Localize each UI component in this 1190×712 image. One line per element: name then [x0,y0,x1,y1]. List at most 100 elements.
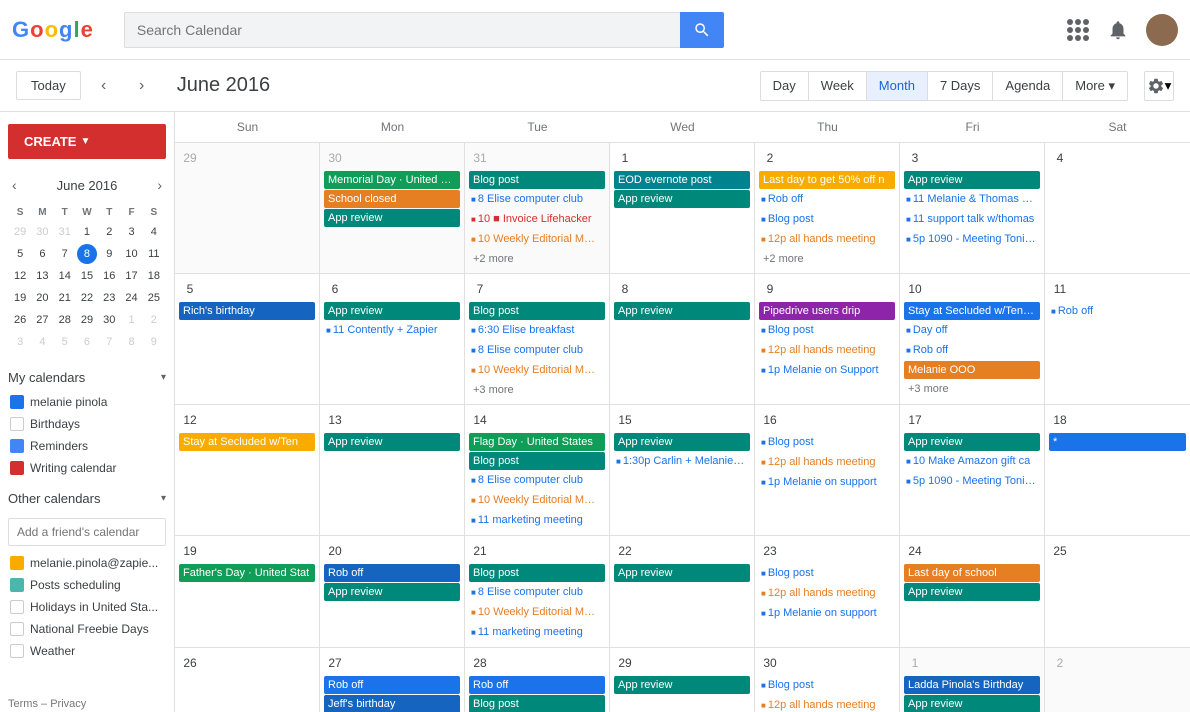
cal-item-posts[interactable]: Posts scheduling [8,574,166,596]
mini-cal-day[interactable]: 13 [32,266,52,286]
calendar-event[interactable]: 11 Melanie & Thomas Go [904,190,1040,209]
view-7days-button[interactable]: 7 Days [928,71,993,101]
calendar-event[interactable]: Blog post [759,564,895,583]
calendar-event[interactable]: Jeff's birthday [324,695,460,712]
mini-cal-day[interactable]: 12 [10,266,30,286]
mini-cal-day[interactable]: 7 [55,244,75,264]
mini-cal-day[interactable]: 26 [10,310,30,330]
calendar-event[interactable]: App review [614,433,750,451]
calendar-day[interactable]: 29 [175,143,320,273]
calendar-event[interactable]: Rob off [324,564,460,582]
calendar-event[interactable]: Blog post [759,676,895,695]
calendar-day[interactable]: 15App review1:30p Carlin + Melanie ch [610,405,755,535]
today-button[interactable]: Today [16,71,81,100]
mini-cal-day[interactable]: 31 [55,222,75,242]
calendar-day[interactable]: 29App review [610,648,755,712]
mini-cal-day[interactable]: 5 [10,244,30,264]
mini-cal-day[interactable]: 11 [144,244,164,264]
mini-cal-day[interactable]: 10 [121,244,141,264]
calendar-event[interactable]: 11 Contently + Zapier [324,321,460,340]
mini-cal-day[interactable]: 29 [77,310,97,330]
cal-item-holidays[interactable]: Holidays in United Sta... [8,596,166,618]
calendar-day[interactable]: 7Blog post6:30 Elise breakfast8 Elise co… [465,274,610,404]
mini-cal-day[interactable]: 2 [144,310,164,330]
calendar-event[interactable]: Blog post [469,452,605,470]
calendar-event[interactable]: 1p Melanie on Support [759,361,895,380]
calendar-event[interactable]: App review [904,583,1040,601]
mini-cal-day[interactable]: 6 [32,244,52,264]
calendar-day[interactable]: 17App review10 Make Amazon gift ca5p 109… [900,405,1045,535]
mini-cal-day[interactable]: 4 [32,332,52,352]
calendar-day[interactable]: 16Blog post12p all hands meeting1p Melan… [755,405,900,535]
calendar-event[interactable]: 10 Weekly Editorial Meeti [469,361,605,380]
calendar-day[interactable]: 24Last day of schoolApp review [900,536,1045,647]
calendar-event[interactable]: 8 Elise computer club [469,190,605,209]
calendar-event[interactable]: App review [324,433,460,451]
calendar-event[interactable]: Father's Day · United Stat [179,564,315,582]
calendar-event[interactable]: Flag Day · United States [469,433,605,451]
mini-cal-day[interactable]: 6 [77,332,97,352]
calendar-day[interactable]: 2 [1045,648,1190,712]
mini-cal-day[interactable]: 3 [121,222,141,242]
calendar-event[interactable]: App review [324,209,460,227]
calendar-event[interactable]: App review [904,695,1040,712]
mini-cal-day[interactable]: 9 [99,244,119,264]
calendar-day[interactable]: 30Memorial Day · United StaSchool closed… [320,143,465,273]
calendar-day[interactable]: 25 [1045,536,1190,647]
apps-icon[interactable] [1066,18,1090,42]
terms-link[interactable]: Terms [8,698,38,710]
search-button[interactable] [680,12,724,48]
mini-cal-day[interactable]: 28 [55,310,75,330]
calendar-event[interactable]: 8 Elise computer club [469,341,605,360]
search-input[interactable] [124,12,680,48]
calendar-event[interactable]: 5p 1090 - Meeting Tonigh [904,230,1040,249]
calendar-event[interactable]: Last day to get 50% off n [759,171,895,189]
cal-item-birthdays[interactable]: Birthdays [8,413,166,435]
calendar-event[interactable]: Pipedrive users drip [759,302,895,320]
calendar-event[interactable]: +2 more [759,250,895,268]
calendar-day[interactable]: 22App review [610,536,755,647]
calendar-event[interactable]: App review [614,190,750,208]
mini-cal-day[interactable]: 14 [55,266,75,286]
view-agenda-button[interactable]: Agenda [993,71,1063,101]
calendar-event[interactable]: Blog post [469,695,605,712]
mini-cal-day[interactable]: 15 [77,266,97,286]
mini-cal-day[interactable]: 30 [99,310,119,330]
calendar-event[interactable]: App review [904,171,1040,189]
calendar-event[interactable]: Stay at Secluded w/Ten [179,433,315,451]
mini-cal-day[interactable]: 29 [10,222,30,242]
mini-cal-day[interactable]: 8 [121,332,141,352]
view-month-button[interactable]: Month [867,71,928,101]
calendar-day[interactable]: 5Rich's birthday [175,274,320,404]
calendar-event[interactable]: Rob off [469,676,605,694]
calendar-event[interactable]: Melanie OOO [904,361,1040,379]
calendar-event[interactable]: Blog post [759,210,895,229]
calendar-event[interactable]: 12p all hands meeting [759,584,895,603]
calendar-day[interactable]: 28Rob offBlog post10 Weekly Editorial Me… [465,648,610,712]
more-button[interactable]: More ▾ [1063,71,1128,101]
calendar-event[interactable]: +3 more [469,381,605,399]
calendar-event[interactable]: 8 Elise computer club [469,583,605,602]
calendar-event[interactable]: * [1049,433,1186,451]
view-day-button[interactable]: Day [760,71,809,101]
calendar-day[interactable]: 1Ladda Pinola's BirthdayApp review [900,648,1045,712]
calendar-event[interactable]: App review [614,564,750,582]
cal-item-melanie[interactable]: melanie pinola [8,391,166,413]
calendar-event[interactable]: 8 Elise computer club [469,471,605,490]
mini-cal-day[interactable]: 9 [144,332,164,352]
calendar-event[interactable]: 10 Weekly Editorial Meeti [469,603,605,622]
mini-cal-day[interactable]: 24 [121,288,141,308]
mini-cal-day[interactable]: 17 [121,266,141,286]
mini-cal-day[interactable]: 4 [144,222,164,242]
calendar-day[interactable]: 1EOD evernote postApp review [610,143,755,273]
calendar-day[interactable]: 2Last day to get 50% off nRob offBlog po… [755,143,900,273]
calendar-day[interactable]: 8App review [610,274,755,404]
cal-item-weather[interactable]: Weather [8,640,166,662]
calendar-event[interactable]: 5p 1090 - Meeting Tonigh [904,472,1040,491]
other-calendars-arrow[interactable]: ▾ [161,493,166,504]
calendar-event[interactable]: Blog post [469,564,605,582]
calendar-day[interactable]: 9Pipedrive users dripBlog post12p all ha… [755,274,900,404]
calendar-day[interactable]: 21Blog post8 Elise computer club10 Weekl… [465,536,610,647]
calendar-day[interactable]: 10Stay at Secluded w/Tennis/Koi Pond/Hot… [900,274,1045,404]
calendar-event[interactable]: Blog post [469,171,605,189]
